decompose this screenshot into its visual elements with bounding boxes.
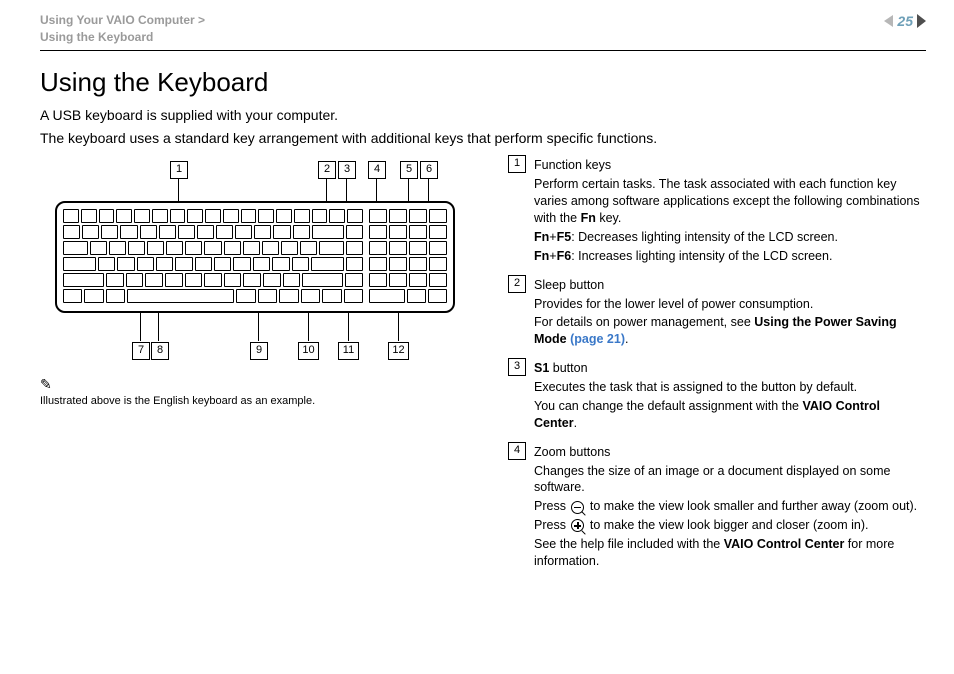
callout-3: 3 (338, 161, 356, 179)
intro-text: A USB keyboard is supplied with your com… (40, 106, 926, 148)
page-number: 25 (897, 12, 913, 31)
breadcrumb-line2: Using the Keyboard (40, 30, 153, 44)
legend-num-1: 1 (508, 155, 526, 173)
legend-num-2: 2 (508, 275, 526, 293)
callout-12: 12 (388, 342, 409, 360)
callout-8: 8 (151, 342, 169, 360)
callout-1: 1 (170, 161, 188, 179)
legend-1-title: Function keys (534, 158, 611, 172)
legend: 1 Function keys Perform certain tasks. T… (508, 155, 926, 579)
keyboard-illustration (55, 201, 455, 313)
note-icon: ✎ (40, 376, 52, 392)
callout-2: 2 (318, 161, 336, 179)
callout-10: 10 (298, 342, 319, 360)
keyboard-figure: 1 2 3 4 5 6 (40, 161, 470, 361)
zoom-in-icon (571, 519, 584, 532)
legend-num-4: 4 (508, 442, 526, 460)
page-title: Using the Keyboard (40, 65, 926, 100)
breadcrumb: Using Your VAIO Computer > Using the Key… (40, 12, 205, 46)
figure-note: ✎ Illustrated above is the English keybo… (40, 375, 480, 409)
page-nav: 25 (884, 12, 926, 31)
intro-p2: The keyboard uses a standard key arrange… (40, 129, 926, 148)
legend-2-title: Sleep button (534, 278, 604, 292)
callout-4: 4 (368, 161, 386, 179)
next-page-arrow-icon[interactable] (917, 14, 926, 28)
callout-5: 5 (400, 161, 418, 179)
callout-7: 7 (132, 342, 150, 360)
figure-caption: Illustrated above is the English keyboar… (40, 395, 315, 407)
zoom-out-icon (571, 501, 584, 514)
callout-6: 6 (420, 161, 438, 179)
callout-11: 11 (338, 342, 359, 360)
legend-item-3: 3 S1 button Executes the task that is as… (508, 358, 926, 434)
legend-item-1: 1 Function keys Perform certain tasks. T… (508, 155, 926, 266)
legend-4-title: Zoom buttons (534, 445, 610, 459)
page-header: Using Your VAIO Computer > Using the Key… (40, 12, 926, 51)
legend-item-4: 4 Zoom buttons Changes the size of an im… (508, 442, 926, 572)
breadcrumb-line1: Using Your VAIO Computer > (40, 13, 205, 27)
callout-9: 9 (250, 342, 268, 360)
intro-p1: A USB keyboard is supplied with your com… (40, 106, 926, 125)
prev-page-arrow-icon[interactable] (884, 15, 893, 27)
legend-item-2: 2 Sleep button Provides for the lower le… (508, 275, 926, 351)
legend-num-3: 3 (508, 358, 526, 376)
page-21-link[interactable]: (page 21) (570, 332, 625, 346)
